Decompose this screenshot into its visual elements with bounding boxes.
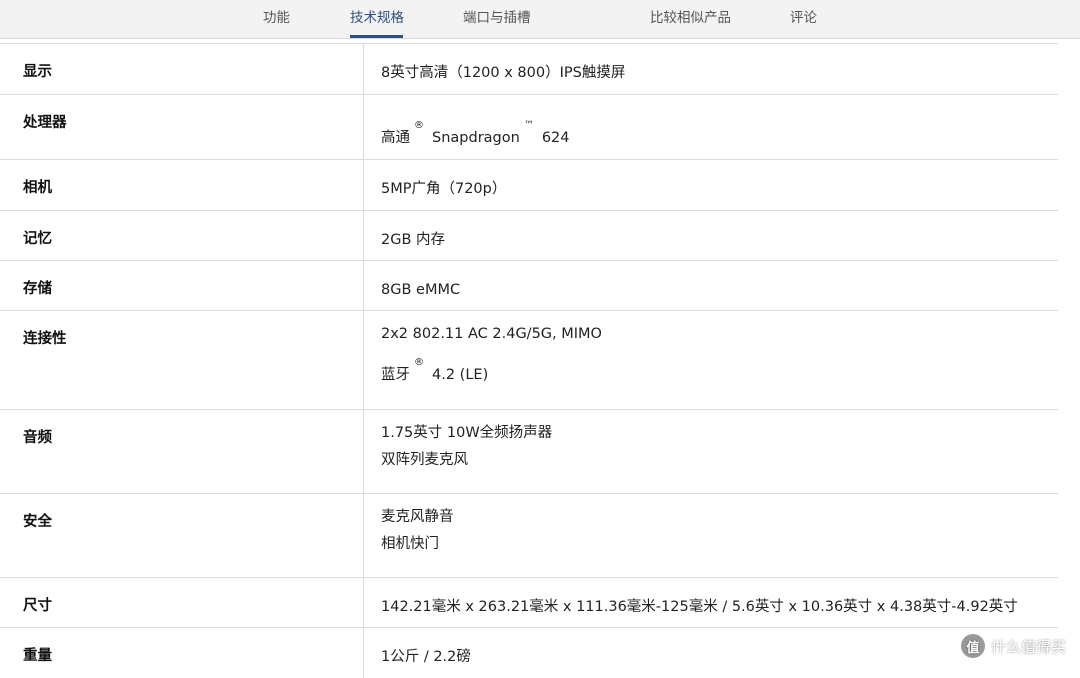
tab-tech-specs[interactable]: 技术规格 — [350, 6, 404, 26]
column-divider — [363, 44, 364, 94]
spec-value: 1.75英寸 10W全频扬声器 双阵列麦克风 — [381, 426, 552, 474]
bluetooth-spec: 蓝牙®4.2 (LE) — [381, 362, 602, 390]
spec-label: 连接性 — [23, 327, 67, 348]
spec-label: 记忆 — [23, 227, 52, 248]
spec-label: 重量 — [23, 644, 52, 665]
tab-compare-similar[interactable]: 比较相似产品 — [650, 6, 731, 26]
spec-value-text: 142.21毫米 x 263.21毫米 x 111.36毫米-125毫米 / 5… — [381, 599, 1018, 615]
processor-model: 624 — [542, 130, 570, 146]
spec-row-audio: 音频 1.75英寸 10W全频扬声器 双阵列麦克风 — [0, 410, 1058, 494]
column-divider — [363, 211, 364, 260]
spec-row-dimensions: 尺寸 142.21毫米 x 263.21毫米 x 111.36毫米-125毫米 … — [0, 578, 1058, 628]
spec-value: 2GB 内存 — [381, 227, 445, 254]
column-divider — [363, 95, 364, 159]
spec-value: 8英寸高清（1200 x 800）IPS触摸屏 — [381, 60, 625, 87]
spec-row-weight: 重量 1公斤 / 2.2磅 — [0, 628, 1058, 678]
spec-label: 相机 — [23, 176, 52, 197]
watermark-text: 什么值得买 — [991, 636, 1066, 657]
spec-value: 高通®Snapdragon™624 — [381, 125, 570, 153]
spec-table: 显示 8英寸高清（1200 x 800）IPS触摸屏 处理器 高通®Snapdr… — [0, 43, 1058, 678]
column-divider — [363, 628, 364, 678]
column-divider — [363, 410, 364, 493]
wifi-spec: 2x2 802.11 AC 2.4G/5G, MIMO — [381, 321, 602, 348]
spec-value-text: 1公斤 / 2.2磅 — [381, 649, 471, 665]
speaker-spec: 1.75英寸 10W全频扬声器 — [381, 420, 552, 447]
tab-ports-slots[interactable]: 端口与插槽 — [463, 6, 531, 26]
spec-value: 1公斤 / 2.2磅 — [381, 644, 471, 671]
active-tab-indicator — [350, 35, 403, 38]
spec-value: 麦克风静音 相机快门 — [381, 510, 454, 558]
spec-label: 存储 — [23, 277, 52, 298]
column-divider — [363, 578, 364, 627]
column-divider — [363, 311, 364, 409]
processor-brand: 高通 — [381, 130, 410, 146]
spec-label: 安全 — [23, 510, 52, 531]
bluetooth-name: 蓝牙 — [381, 367, 410, 383]
column-divider — [363, 494, 364, 577]
spec-value: 8GB eMMC — [381, 277, 460, 304]
spec-value: 142.21毫米 x 263.21毫米 x 111.36毫米-125毫米 / 5… — [381, 594, 1018, 621]
mic-mute-spec: 麦克风静音 — [381, 504, 454, 531]
spec-label: 音频 — [23, 426, 52, 447]
processor-name: Snapdragon — [432, 130, 520, 146]
spec-row-security: 安全 麦克风静音 相机快门 — [0, 494, 1058, 578]
registered-mark: ® — [414, 357, 424, 368]
spec-label: 显示 — [23, 60, 52, 81]
tab-features[interactable]: 功能 — [263, 6, 290, 26]
camera-shutter-spec: 相机快门 — [381, 531, 454, 558]
spec-value-text: 2GB 内存 — [381, 232, 445, 248]
spec-value: 2x2 802.11 AC 2.4G/5G, MIMO 蓝牙®4.2 (LE) — [381, 327, 602, 390]
watermark-logo-icon: 值 — [961, 634, 985, 658]
spec-value-text: 5MP广角（720p） — [381, 181, 506, 197]
tab-bar: 功能 技术规格 端口与插槽 比较相似产品 评论 — [0, 0, 1080, 39]
trademark-mark: ™ — [524, 120, 534, 131]
spec-row-memory: 记忆 2GB 内存 — [0, 211, 1058, 261]
microphone-spec: 双阵列麦克风 — [381, 447, 552, 474]
spec-row-processor: 处理器 高通®Snapdragon™624 — [0, 95, 1058, 160]
spec-row-display: 显示 8英寸高清（1200 x 800）IPS触摸屏 — [0, 44, 1058, 95]
spec-row-camera: 相机 5MP广角（720p） — [0, 160, 1058, 211]
column-divider — [363, 261, 364, 310]
spec-row-storage: 存储 8GB eMMC — [0, 261, 1058, 311]
spec-value: 5MP广角（720p） — [381, 176, 506, 203]
registered-mark: ® — [414, 120, 424, 131]
tab-reviews[interactable]: 评论 — [790, 6, 817, 26]
spec-value-text: 8英寸高清（1200 x 800）IPS触摸屏 — [381, 65, 625, 81]
column-divider — [363, 160, 364, 210]
spec-label: 处理器 — [23, 111, 67, 132]
spec-row-connectivity: 连接性 2x2 802.11 AC 2.4G/5G, MIMO 蓝牙®4.2 (… — [0, 311, 1058, 410]
spec-label: 尺寸 — [23, 594, 52, 615]
bluetooth-version: 4.2 (LE) — [432, 367, 488, 383]
site-watermark: 值 什么值得买 — [961, 634, 1066, 658]
spec-value-text: 8GB eMMC — [381, 282, 460, 298]
